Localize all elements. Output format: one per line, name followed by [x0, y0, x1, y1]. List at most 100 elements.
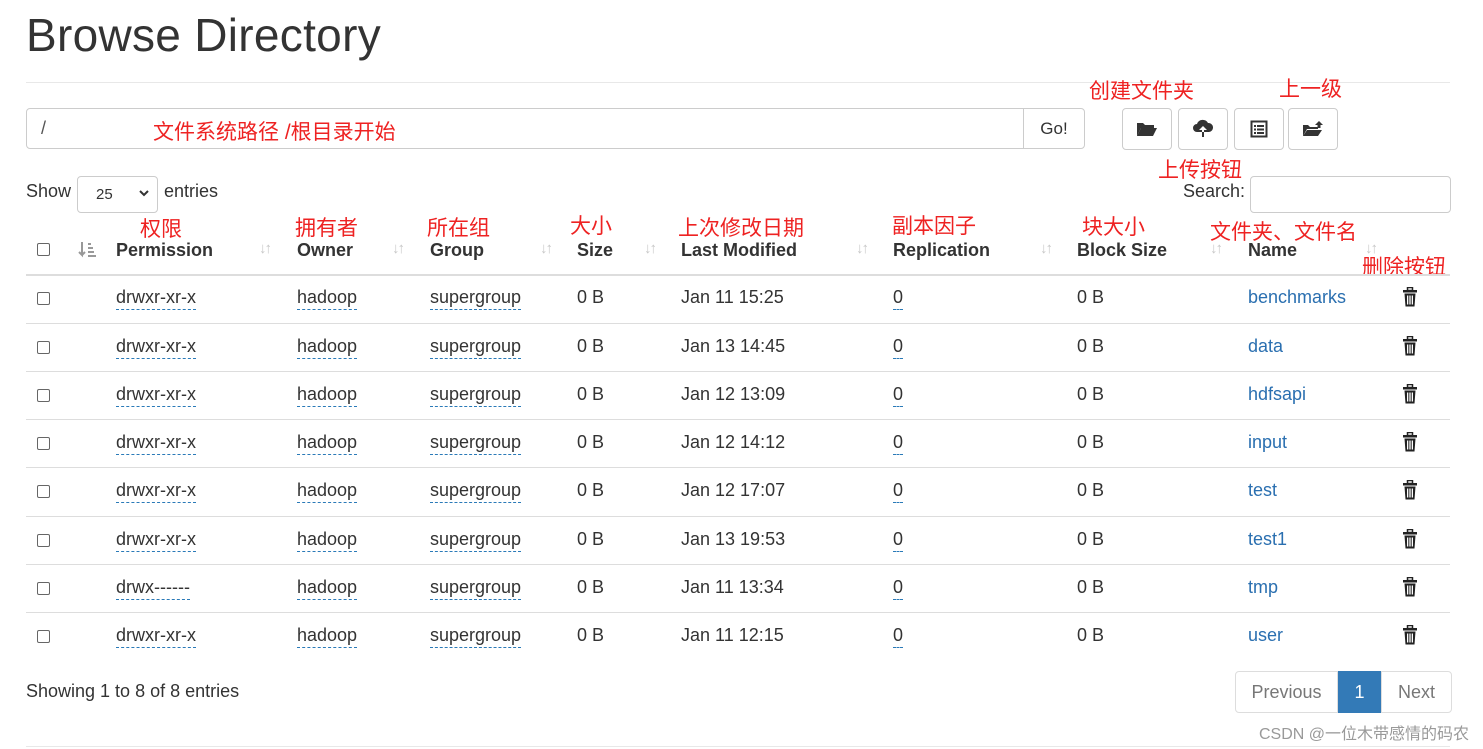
column-header-block-size[interactable]: Block Size	[1077, 240, 1167, 261]
annotation-mkdir: 创建文件夹	[1089, 80, 1194, 103]
file-name-link[interactable]: hdfsapi	[1248, 384, 1306, 405]
previous-page-button[interactable]: Previous	[1235, 671, 1338, 713]
last-modified-cell: Jan 13 19:53	[681, 529, 786, 549]
column-header-group[interactable]: Group	[430, 240, 484, 261]
delete-icon[interactable]	[1402, 431, 1418, 457]
row-checkbox[interactable]	[37, 534, 50, 547]
delete-icon[interactable]	[1402, 624, 1418, 650]
permission-cell[interactable]: drwx------	[116, 577, 190, 600]
parent-directory-button[interactable]	[1288, 108, 1338, 150]
block-size-cell: 0 B	[1077, 336, 1105, 356]
create-directory-button[interactable]	[1122, 108, 1172, 150]
owner-cell[interactable]: hadoop	[297, 432, 358, 455]
permission-cell[interactable]: drwxr-xr-x	[116, 625, 196, 648]
replication-cell[interactable]: 0	[893, 384, 904, 407]
column-header-name[interactable]: Name	[1248, 240, 1297, 261]
page-1-button[interactable]: 1	[1338, 671, 1381, 713]
row-checkbox[interactable]	[37, 437, 50, 450]
row-checkbox[interactable]	[37, 292, 50, 305]
sort-desc-icon[interactable]	[78, 241, 96, 259]
file-name-link[interactable]: benchmarks	[1248, 287, 1346, 308]
select-all-checkbox[interactable]	[37, 243, 50, 256]
delete-icon[interactable]	[1402, 335, 1418, 361]
owner-cell[interactable]: hadoop	[297, 384, 358, 407]
delete-icon[interactable]	[1402, 479, 1418, 505]
owner-cell[interactable]: hadoop	[297, 287, 358, 310]
owner-cell[interactable]: hadoop	[297, 480, 358, 503]
sort-icon[interactable]: ↓↑	[1040, 240, 1053, 257]
permission-cell[interactable]: drwxr-xr-x	[116, 432, 196, 455]
file-name-link[interactable]: test	[1248, 480, 1277, 501]
replication-cell[interactable]: 0	[893, 529, 904, 552]
group-cell[interactable]: supergroup	[430, 384, 522, 407]
last-modified-cell: Jan 12 13:09	[681, 384, 786, 404]
group-cell[interactable]: supergroup	[430, 625, 522, 648]
replication-cell[interactable]: 0	[893, 625, 904, 648]
column-header-permission[interactable]: Permission	[116, 240, 213, 261]
table-info: Showing 1 to 8 of 8 entries	[26, 681, 240, 701]
sort-icon[interactable]: ↓↑	[856, 240, 869, 257]
owner-cell[interactable]: hadoop	[297, 625, 358, 648]
pagination: Previous 1 Next	[1235, 671, 1452, 713]
row-checkbox[interactable]	[37, 389, 50, 402]
sort-icon[interactable]: ↓↑	[1210, 240, 1223, 257]
column-header-replication[interactable]: Replication	[893, 240, 990, 261]
permission-cell[interactable]: drwxr-xr-x	[116, 287, 196, 310]
replication-cell[interactable]: 0	[893, 480, 904, 503]
file-name-link[interactable]: input	[1248, 432, 1287, 453]
block-size-cell: 0 B	[1077, 480, 1105, 500]
annotation-path: 文件系统路径 /根目录开始	[153, 121, 396, 144]
page-length-select[interactable]: 25	[77, 176, 158, 213]
file-name-link[interactable]: user	[1248, 625, 1283, 646]
last-modified-cell: Jan 11 12:15	[681, 625, 784, 645]
group-cell[interactable]: supergroup	[430, 529, 522, 552]
row-checkbox[interactable]	[37, 582, 50, 595]
sort-icon[interactable]: ↓↑	[644, 240, 657, 257]
search-input[interactable]	[1250, 176, 1451, 213]
divider	[26, 82, 1450, 83]
page-length-value: 25	[96, 186, 113, 203]
file-name-link[interactable]: test1	[1248, 529, 1287, 550]
row-checkbox[interactable]	[37, 630, 50, 643]
sort-icon[interactable]: ↓↑	[392, 240, 405, 257]
table-header-divider	[26, 274, 1450, 276]
file-name-link[interactable]: tmp	[1248, 577, 1278, 598]
list-view-button[interactable]	[1234, 108, 1284, 150]
owner-cell[interactable]: hadoop	[297, 577, 358, 600]
owner-cell[interactable]: hadoop	[297, 336, 358, 359]
permission-cell[interactable]: drwxr-xr-x	[116, 480, 196, 503]
row-divider	[26, 564, 1450, 565]
file-name-link[interactable]: data	[1248, 336, 1283, 357]
row-divider	[26, 371, 1450, 372]
group-cell[interactable]: supergroup	[430, 336, 522, 359]
replication-cell[interactable]: 0	[893, 287, 904, 310]
upload-button[interactable]	[1178, 108, 1228, 150]
row-checkbox[interactable]	[37, 341, 50, 354]
permission-cell[interactable]: drwxr-xr-x	[116, 384, 196, 407]
permission-cell[interactable]: drwxr-xr-x	[116, 336, 196, 359]
replication-cell[interactable]: 0	[893, 577, 904, 600]
go-button[interactable]: Go!	[1023, 108, 1085, 149]
owner-cell[interactable]: hadoop	[297, 529, 358, 552]
column-header-owner[interactable]: Owner	[297, 240, 353, 261]
sort-icon[interactable]: ↓↑	[1365, 240, 1378, 257]
permission-cell[interactable]: drwxr-xr-x	[116, 529, 196, 552]
delete-icon[interactable]	[1402, 528, 1418, 554]
block-size-cell: 0 B	[1077, 384, 1105, 404]
column-header-last-modified[interactable]: Last Modified	[681, 240, 797, 261]
delete-icon[interactable]	[1402, 286, 1418, 312]
sort-icon[interactable]: ↓↑	[540, 240, 553, 257]
replication-cell[interactable]: 0	[893, 432, 904, 455]
sort-icon[interactable]: ↓↑	[259, 240, 272, 257]
row-checkbox[interactable]	[37, 485, 50, 498]
group-cell[interactable]: supergroup	[430, 287, 522, 310]
group-cell[interactable]: supergroup	[430, 432, 522, 455]
delete-icon[interactable]	[1402, 576, 1418, 602]
group-cell[interactable]: supergroup	[430, 577, 522, 600]
group-cell[interactable]: supergroup	[430, 480, 522, 503]
replication-cell[interactable]: 0	[893, 336, 904, 359]
next-page-button[interactable]: Next	[1381, 671, 1452, 713]
folder-up-icon	[1303, 121, 1323, 136]
delete-icon[interactable]	[1402, 383, 1418, 409]
column-header-size[interactable]: Size	[577, 240, 613, 261]
